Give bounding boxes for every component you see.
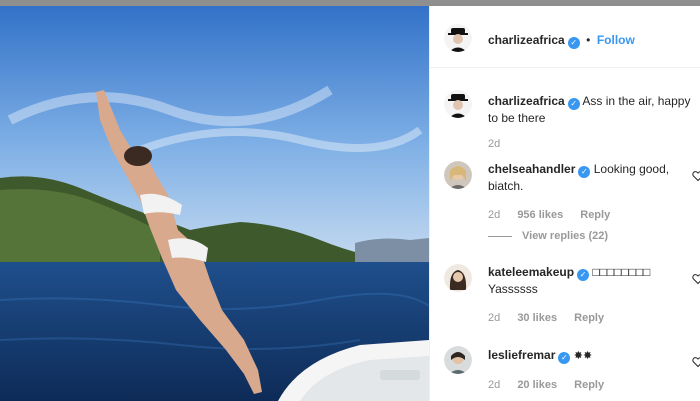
post-photo — [0, 0, 429, 401]
reply-button[interactable]: Reply — [574, 312, 604, 324]
comment-age[interactable]: 2d — [488, 379, 500, 391]
heart-icon[interactable] — [692, 273, 700, 285]
view-replies[interactable]: View replies (22) — [488, 230, 608, 242]
comment-likes[interactable]: 30 likes — [517, 312, 557, 324]
post-header: charlizeafrica ✓ • Follow — [430, 6, 700, 68]
comment-likes[interactable]: 956 likes — [517, 209, 563, 221]
comment-avatar[interactable] — [444, 161, 472, 189]
caption-meta: 2d — [488, 138, 514, 150]
comment: kateleemakeup ✓ □□□□□□□□ Yassssss — [488, 264, 693, 298]
author-username[interactable]: charlizeafrica — [488, 33, 565, 47]
diving-photo-image — [0, 0, 429, 401]
replies-divider — [488, 235, 512, 237]
comment-likes[interactable]: 20 likes — [517, 379, 557, 391]
verified-badge-icon: ✓ — [577, 269, 590, 281]
caption-username[interactable]: charlizeafrica — [488, 94, 565, 108]
heart-icon[interactable] — [692, 170, 700, 182]
heart-icon[interactable] — [692, 356, 700, 368]
verified-badge-icon: ✓ — [567, 37, 580, 49]
view-replies-label[interactable]: View replies (22) — [522, 230, 608, 242]
comment: lesliefremar ✓ ✸✸ — [488, 347, 693, 365]
comment-meta: 2d 20 likes Reply — [488, 379, 618, 391]
comment-meta: 2d 30 likes Reply — [488, 312, 618, 324]
caption-age[interactable]: 2d — [488, 138, 500, 150]
caption: charlizeafrica ✓ Ass in the air, happy to… — [488, 93, 693, 127]
reply-button[interactable]: Reply — [580, 209, 610, 221]
follow-separator: • — [586, 33, 591, 47]
comment-text: □□□□□□□□ — [592, 265, 651, 279]
comment-age[interactable]: 2d — [488, 312, 500, 324]
comment-username[interactable]: chelseahandler — [488, 162, 575, 176]
comment-age[interactable]: 2d — [488, 209, 500, 221]
comment: chelseahandler ✓ Looking good, biatch. — [488, 161, 693, 195]
comment-avatar[interactable] — [444, 264, 472, 292]
comment-text: ✸✸ — [573, 350, 593, 362]
verified-badge-icon: ✓ — [567, 98, 580, 110]
verified-badge-icon: ✓ — [558, 352, 571, 364]
comment-username[interactable]: kateleemakeup — [488, 265, 574, 279]
comment-username[interactable]: lesliefremar — [488, 348, 555, 362]
reply-button[interactable]: Reply — [574, 379, 604, 391]
verified-badge-icon: ✓ — [578, 166, 591, 178]
follow-button[interactable]: Follow — [597, 33, 635, 47]
comment-avatar[interactable] — [444, 346, 472, 374]
comment-meta: 2d 956 likes Reply — [488, 209, 624, 221]
caption-author-avatar[interactable] — [444, 90, 472, 118]
post-side-panel: charlizeafrica ✓ • Follow charlizeafrica ✓… — [429, 6, 700, 401]
author-avatar[interactable] — [444, 24, 472, 52]
comment-text-line2: Yassssss — [488, 282, 538, 296]
